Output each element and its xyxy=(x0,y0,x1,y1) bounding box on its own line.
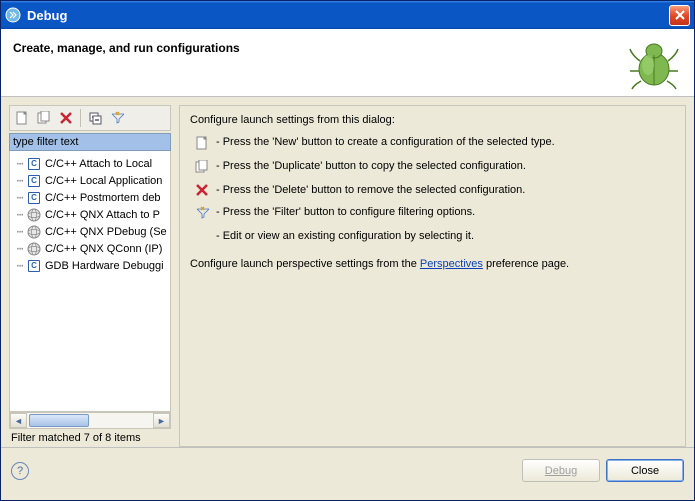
duplicate-icon xyxy=(194,160,210,174)
perspectives-link[interactable]: Perspectives xyxy=(420,258,483,270)
bug-icon xyxy=(626,35,682,94)
c-badge-icon: C xyxy=(26,258,42,274)
dialog-footer: ? Debug Close xyxy=(1,447,694,493)
instruction-text: - Press the 'Delete' button to remove th… xyxy=(216,184,675,196)
tree-item-label: C/C++ Postmortem deb xyxy=(45,192,161,204)
content-area: ⋯CC/C++ Attach to Local⋯CC/C++ Local App… xyxy=(1,97,694,447)
instruction-text: - Edit or view an existing configuration… xyxy=(216,230,675,242)
close-icon xyxy=(675,10,685,20)
tree-item[interactable]: ⋯ C/C++ QNX Attach to P xyxy=(10,206,170,223)
c-badge-icon: C xyxy=(26,156,42,172)
new-button[interactable] xyxy=(12,108,32,128)
window-title: Debug xyxy=(27,8,669,23)
scroll-thumb[interactable] xyxy=(29,414,89,427)
window-close-button[interactable] xyxy=(669,5,690,26)
duplicate-button[interactable] xyxy=(34,108,54,128)
tree-dash-icon: ⋯ xyxy=(14,157,26,170)
tree-item[interactable]: ⋯CC/C++ Postmortem deb xyxy=(10,189,170,206)
perspectives-suffix: preference page. xyxy=(483,258,569,270)
tree-item[interactable]: ⋯ C/C++ QNX QConn (IP) xyxy=(10,240,170,257)
horizontal-scrollbar[interactable]: ◄ ► xyxy=(9,412,171,429)
tree-item[interactable]: ⋯CC/C++ Local Application xyxy=(10,172,170,189)
instruction-row: - Press the 'New' button to create a con… xyxy=(190,136,675,150)
title-bar: Debug xyxy=(1,1,694,29)
tree-item-label: C/C++ Attach to Local xyxy=(45,158,152,170)
tree-dash-icon: ⋯ xyxy=(14,259,26,272)
tree-item-label: GDB Hardware Debuggi xyxy=(45,260,164,272)
dialog-header: Create, manage, and run configurations xyxy=(1,29,694,97)
instruction-text: - Press the 'New' button to create a con… xyxy=(216,136,675,148)
config-tree[interactable]: ⋯CC/C++ Attach to Local⋯CC/C++ Local App… xyxy=(9,151,171,412)
c-badge-icon: C xyxy=(26,190,42,206)
c-badge-icon: C xyxy=(26,173,42,189)
tree-dash-icon: ⋯ xyxy=(14,191,26,204)
delete-icon xyxy=(60,112,72,124)
filter-button[interactable] xyxy=(107,108,127,128)
filter-icon xyxy=(194,206,210,220)
filter-status: Filter matched 7 of 8 items xyxy=(9,429,171,447)
sphere-icon xyxy=(26,224,42,240)
app-icon xyxy=(5,7,21,23)
instruction-row: - Press the 'Delete' button to remove th… xyxy=(190,184,675,196)
new-icon xyxy=(194,136,210,150)
scroll-track[interactable] xyxy=(27,413,153,428)
tree-dash-icon: ⋯ xyxy=(14,174,26,187)
left-pane: ⋯CC/C++ Attach to Local⋯CC/C++ Local App… xyxy=(9,105,171,447)
scroll-left-button[interactable]: ◄ xyxy=(10,413,27,428)
tree-item-label: C/C++ QNX PDebug (Se xyxy=(45,226,167,238)
tree-item-label: C/C++ QNX QConn (IP) xyxy=(45,243,162,255)
tree-dash-icon: ⋯ xyxy=(14,242,26,255)
scroll-right-button[interactable]: ► xyxy=(153,413,170,428)
collapse-all-icon xyxy=(88,111,102,125)
instruction-row: - Press the 'Filter' button to configure… xyxy=(190,206,675,220)
tree-item[interactable]: ⋯ C/C++ QNX PDebug (Se xyxy=(10,223,170,240)
debug-button[interactable]: Debug xyxy=(522,459,600,482)
config-toolbar xyxy=(9,105,171,131)
sphere-icon xyxy=(26,241,42,257)
new-icon xyxy=(15,111,29,125)
right-pane: Configure launch settings from this dial… xyxy=(179,105,686,447)
tree-item-label: C/C++ QNX Attach to P xyxy=(45,209,160,221)
tree-item[interactable]: ⋯CC/C++ Attach to Local xyxy=(10,155,170,172)
dialog-heading: Create, manage, and run configurations xyxy=(13,41,682,55)
intro-text: Configure launch settings from this dial… xyxy=(190,114,675,126)
instruction-row: - Press the 'Duplicate' button to copy t… xyxy=(190,160,675,174)
delete-button[interactable] xyxy=(56,108,76,128)
instruction-text: - Press the 'Duplicate' button to copy t… xyxy=(216,160,675,172)
collapse-all-button[interactable] xyxy=(85,108,105,128)
sphere-icon xyxy=(26,207,42,223)
perspectives-line: Configure launch perspective settings fr… xyxy=(190,258,675,270)
tree-dash-icon: ⋯ xyxy=(14,208,26,221)
instruction-text: - Press the 'Filter' button to configure… xyxy=(216,206,675,218)
tree-item[interactable]: ⋯CGDB Hardware Debuggi xyxy=(10,257,170,274)
tree-dash-icon: ⋯ xyxy=(14,225,26,238)
close-button[interactable]: Close xyxy=(606,459,684,482)
help-button[interactable]: ? xyxy=(11,462,29,480)
toolbar-separator xyxy=(80,109,81,127)
duplicate-icon xyxy=(37,111,51,125)
perspectives-prefix: Configure launch perspective settings fr… xyxy=(190,258,420,270)
filter-icon xyxy=(110,111,124,125)
filter-input[interactable] xyxy=(9,133,171,151)
delete-icon xyxy=(194,184,210,196)
tree-item-label: C/C++ Local Application xyxy=(45,175,162,187)
instruction-row: - Edit or view an existing configuration… xyxy=(190,230,675,242)
